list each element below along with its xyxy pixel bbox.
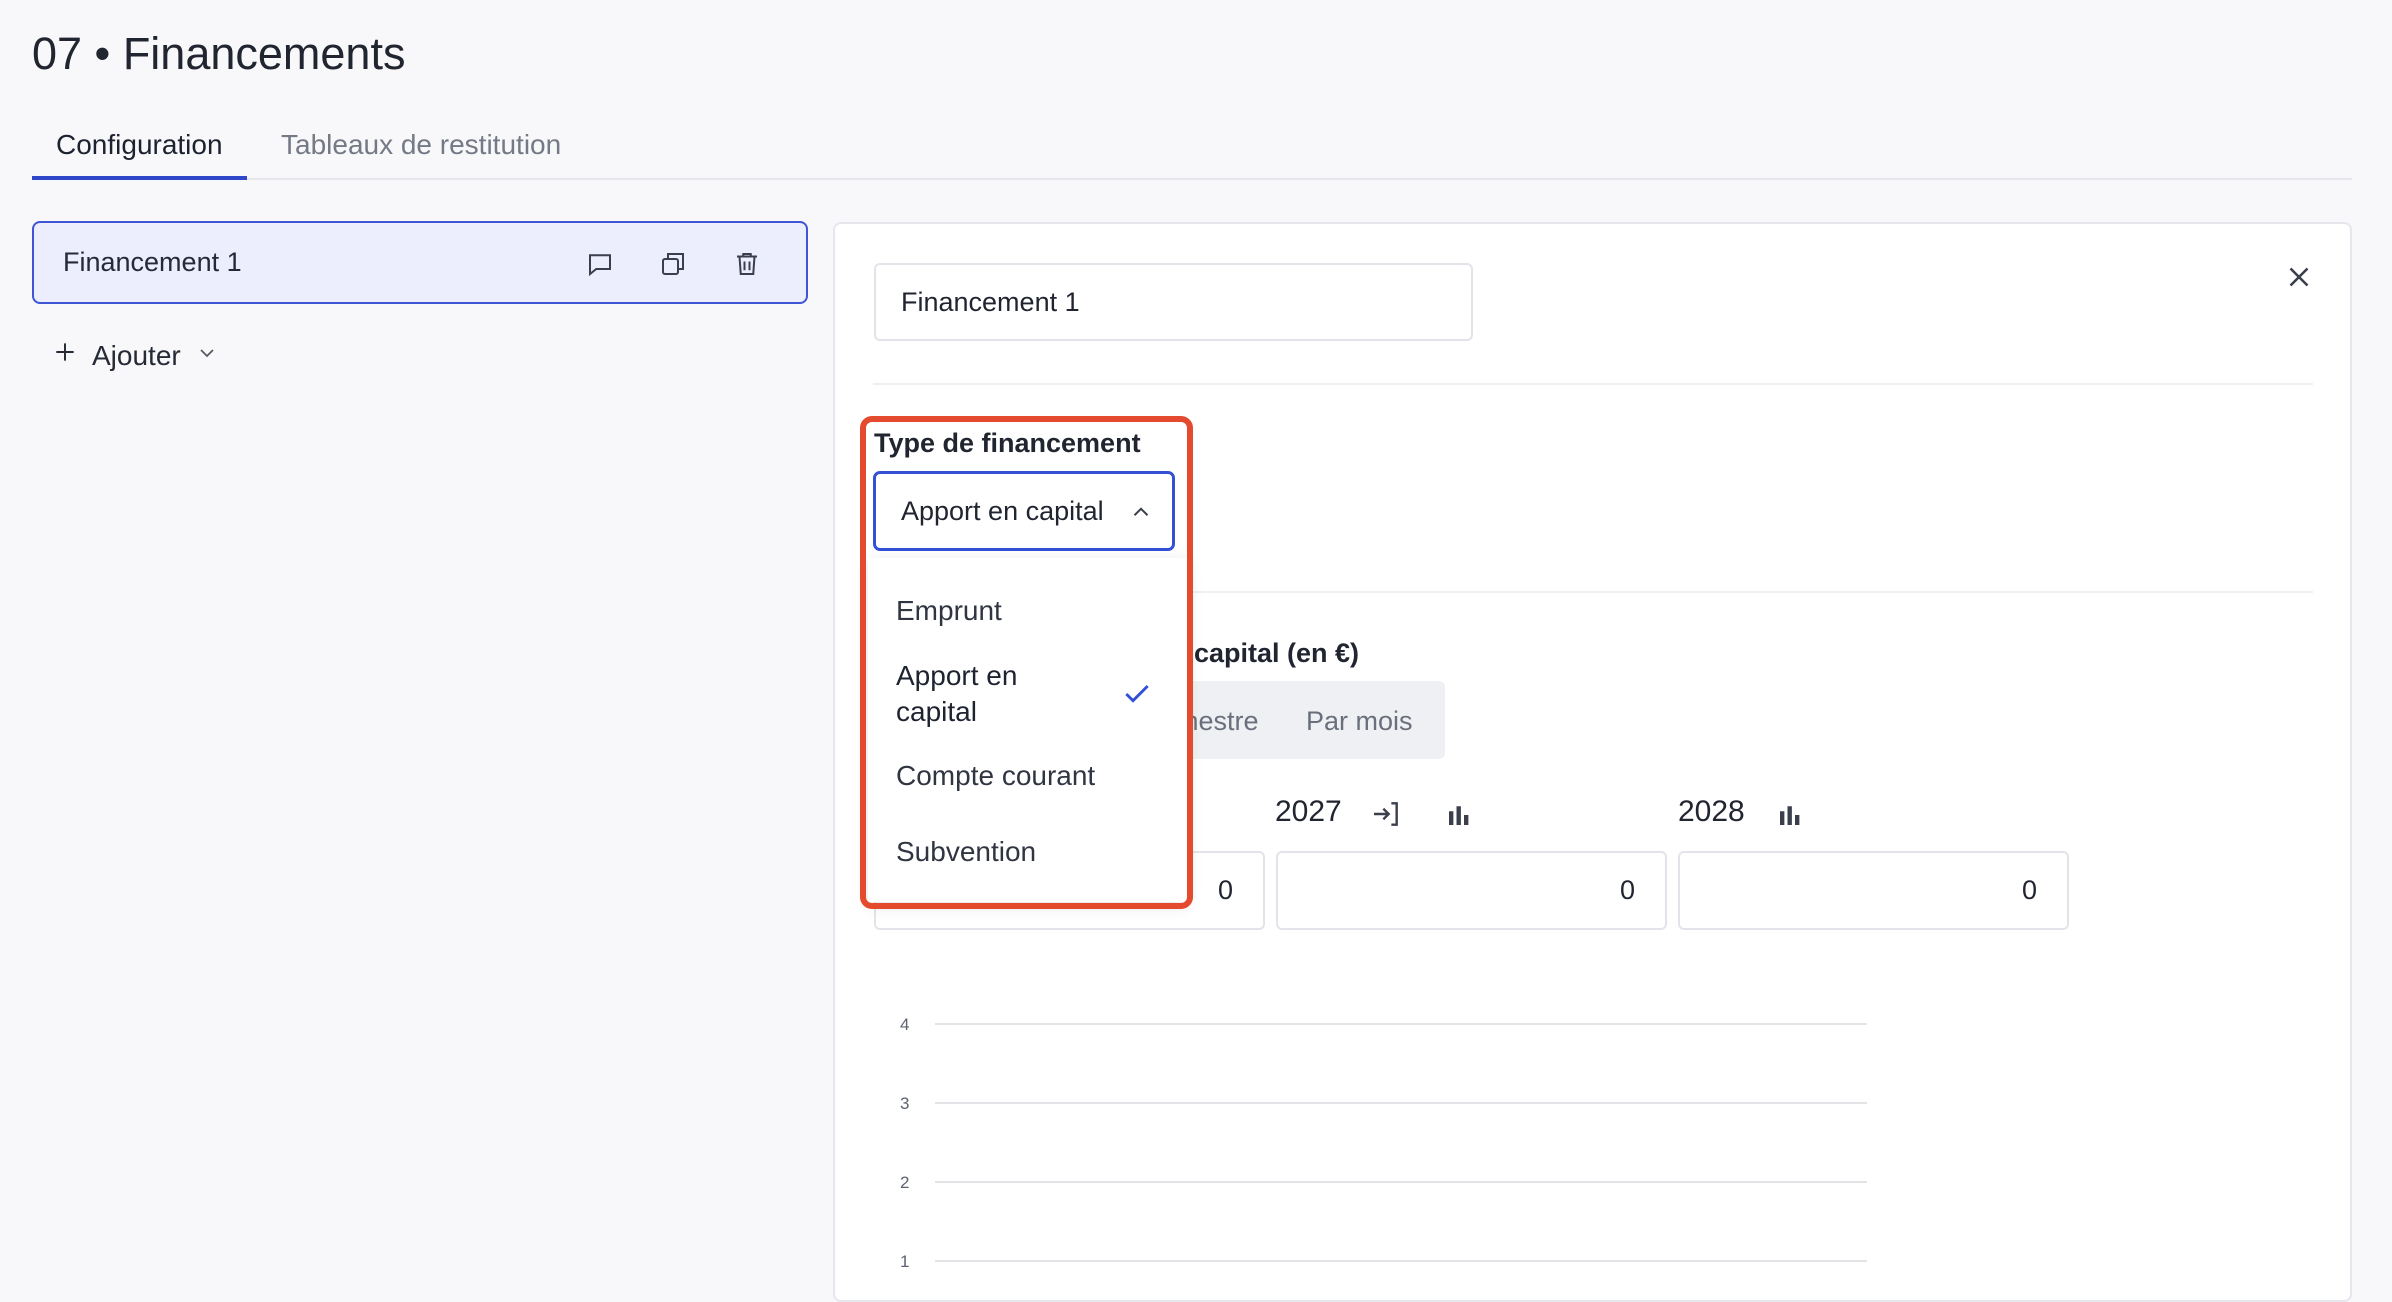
chart: 4 3 2 1 (900, 1015, 1867, 1271)
year-label-2027: 2027 (1275, 795, 1342, 828)
divider (873, 383, 2313, 385)
duplicate-icon[interactable] (656, 247, 690, 281)
add-label: Ajouter (92, 339, 181, 371)
close-icon[interactable] (2282, 260, 2316, 294)
add-button[interactable]: Ajouter (52, 339, 219, 372)
sidebar-item-financement-1[interactable]: Financement 1 (32, 221, 808, 304)
financement-name-input[interactable]: Financement 1 (874, 263, 1473, 341)
value-input-2027[interactable]: 0 (1276, 851, 1667, 930)
import-icon[interactable] (1370, 798, 1402, 835)
highlight-box (860, 416, 1193, 909)
period-tab-par-mois[interactable]: Par mois (1306, 706, 1413, 737)
tab-configuration[interactable]: Configuration (32, 125, 247, 180)
tab-bar: Configuration Tableaux de restitution (32, 125, 2352, 180)
chevron-down-icon (195, 340, 219, 372)
section-title: n capital (en €) (1170, 638, 1360, 668)
bar-chart-icon[interactable] (1775, 800, 1805, 835)
chart-y-tick-label: 1 (900, 1252, 909, 1271)
comment-icon[interactable] (583, 247, 617, 281)
chart-y-tick-label: 3 (900, 1094, 909, 1113)
chart-y-tick-label: 4 (900, 1015, 909, 1034)
trash-icon[interactable] (730, 247, 764, 281)
value-input-2028[interactable]: 0 (1678, 851, 2069, 930)
page-title: 07 • Financements (32, 28, 406, 79)
sidebar-item-label: Financement 1 (63, 247, 242, 277)
year-label-2028: 2028 (1678, 795, 1745, 828)
chart-y-tick-label: 2 (900, 1173, 909, 1192)
plus-icon (52, 339, 78, 372)
bar-chart-icon[interactable] (1444, 800, 1474, 835)
tab-tableaux-de-restitution[interactable]: Tableaux de restitution (281, 125, 561, 176)
